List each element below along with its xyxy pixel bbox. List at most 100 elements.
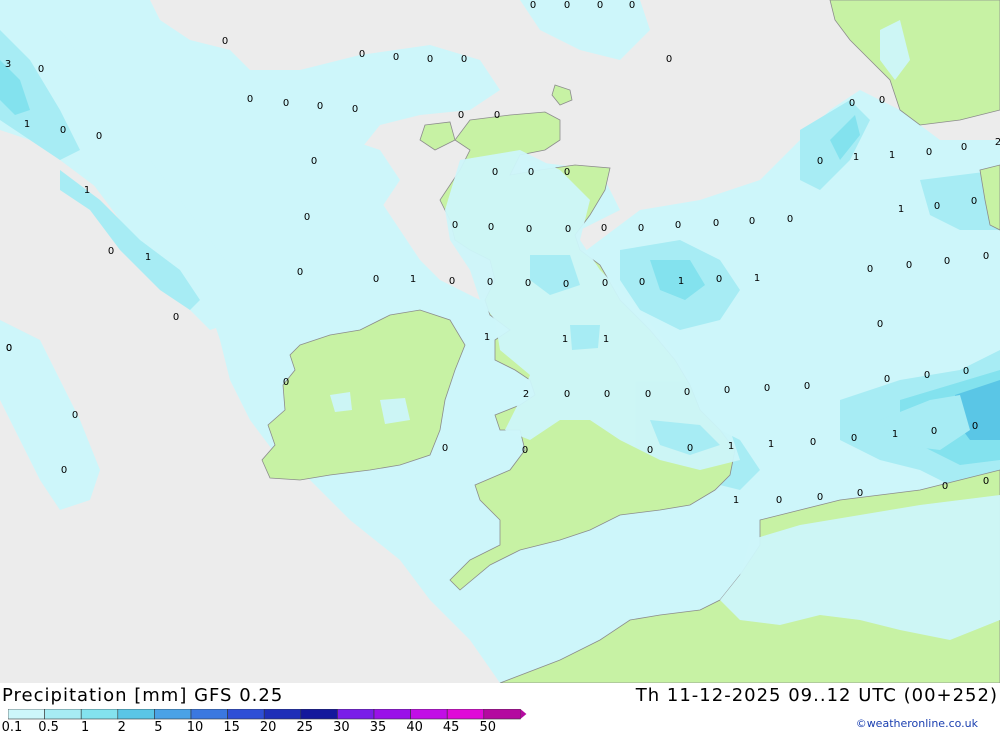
precip-value-label: 1 bbox=[898, 204, 904, 215]
precip-value-label: 0 bbox=[522, 445, 528, 456]
precip-value-label: 0 bbox=[884, 374, 890, 385]
precip-value-label: 1 bbox=[892, 429, 898, 440]
credit-link[interactable]: ©weatheronline.co.uk bbox=[856, 717, 978, 730]
precip-value-label: 0 bbox=[944, 256, 950, 267]
precip-value-label: 1 bbox=[410, 274, 416, 285]
precip-value-label: 1 bbox=[768, 439, 774, 450]
precip-value-label: 3 bbox=[5, 59, 11, 70]
precip-value-label: 0 bbox=[867, 264, 873, 275]
precip-value-label: 0 bbox=[564, 167, 570, 178]
precip-value-label: 0 bbox=[564, 0, 570, 11]
legend-swatch bbox=[410, 708, 448, 720]
precip-value-label: 0 bbox=[449, 276, 455, 287]
precip-value-label: 0 bbox=[804, 381, 810, 392]
precip-value-label: 0 bbox=[38, 64, 44, 75]
precip-value-label: 0 bbox=[724, 385, 730, 396]
color-legend: 0.1 0.5 1 2 5 10 15 20 25 30 35 40 45 50 bbox=[2, 708, 528, 735]
precip-value-label: 0 bbox=[526, 224, 532, 235]
legend-swatch bbox=[263, 708, 302, 720]
precip-value-label: 1 bbox=[754, 273, 760, 284]
precip-value-label: 0 bbox=[488, 222, 494, 233]
precip-value-label: 0 bbox=[716, 274, 722, 285]
precip-value-label: 0 bbox=[776, 495, 782, 506]
legend-swatch bbox=[117, 708, 155, 720]
precip-value-label: 0 bbox=[442, 443, 448, 454]
precip-value-label: 0 bbox=[565, 224, 571, 235]
precip-value-label: 0 bbox=[297, 267, 303, 278]
legend-swatch bbox=[190, 708, 228, 720]
precip-value-label: 1 bbox=[678, 276, 684, 287]
precip-value-label: 0 bbox=[452, 220, 458, 231]
precip-value-label: 0 bbox=[602, 278, 608, 289]
precip-value-label: 0 bbox=[528, 167, 534, 178]
precip-value-label: 0 bbox=[173, 312, 179, 323]
precip-value-label: 0 bbox=[749, 216, 755, 227]
precipitation-map: 0 0 0 0 0 0 0 0 3 0 1 0 0 1 0 1 0 0 0 0 0 0 0 0 0 0 0 0 0 0 1 0 0 0 0 0 0 0 0 0… bbox=[0, 0, 1000, 684]
legend-swatch bbox=[300, 708, 338, 720]
precip-value-label: 0 bbox=[849, 98, 855, 109]
precip-value-label: 0 bbox=[601, 223, 607, 234]
precip-value-label: 0 bbox=[373, 274, 379, 285]
precip-value-label: 0 bbox=[247, 94, 253, 105]
precip-value-label: 1 bbox=[24, 119, 30, 130]
precip-value-label: 0 bbox=[564, 389, 570, 400]
map-canvas: 0 0 0 0 0 0 0 0 3 0 1 0 0 1 0 1 0 0 0 0 0 0 0 0 0 0 0 0 0 0 1 0 0 0 0 0 0 0 0 0… bbox=[0, 0, 1000, 684]
precip-value-label: 0 bbox=[108, 246, 114, 257]
precip-value-label: 0 bbox=[222, 36, 228, 47]
precip-value-label: 0 bbox=[924, 370, 930, 381]
legend-swatch bbox=[44, 708, 82, 720]
precip-value-label: 0 bbox=[604, 389, 610, 400]
precip-value-label: 0 bbox=[963, 366, 969, 377]
precip-value-label: 0 bbox=[352, 104, 358, 115]
precip-value-label: 0 bbox=[906, 260, 912, 271]
precip-value-label: 0 bbox=[879, 95, 885, 106]
precip-value-label: 0 bbox=[458, 110, 464, 121]
footer: Precipitation [mm] GFS 0.25 Th 11-12-202… bbox=[0, 683, 1000, 735]
precip-value-label: 1 bbox=[84, 185, 90, 196]
precip-value-label: 0 bbox=[942, 481, 948, 492]
precip-value-label: 0 bbox=[638, 223, 644, 234]
precip-value-label: 0 bbox=[787, 214, 793, 225]
precip-value-label: 0 bbox=[971, 196, 977, 207]
precip-value-label: 0 bbox=[817, 156, 823, 167]
legend-swatch bbox=[446, 708, 485, 720]
precip-value-label: 0 bbox=[647, 445, 653, 456]
map-title: Precipitation [mm] GFS 0.25 bbox=[2, 685, 284, 706]
precip-value-label: 0 bbox=[494, 110, 500, 121]
precip-value-label: 0 bbox=[525, 278, 531, 289]
precip-value-label: 0 bbox=[597, 0, 603, 11]
precip-value-label: 0 bbox=[684, 387, 690, 398]
precip-value-label: 0 bbox=[972, 421, 978, 432]
precip-value-label: 0 bbox=[931, 426, 937, 437]
valid-time: Th 11-12-2025 09..12 UTC (00+252) bbox=[635, 685, 998, 706]
precip-value-label: 0 bbox=[817, 492, 823, 503]
precip-value-label: 0 bbox=[857, 488, 863, 499]
precip-value-label: 0 bbox=[877, 319, 883, 330]
legend-swatch bbox=[154, 708, 192, 720]
precip-value-label: 1 bbox=[733, 495, 739, 506]
precip-value-label: 0 bbox=[60, 125, 66, 136]
precip-value-label: 1 bbox=[484, 332, 490, 343]
precip-value-label: 1 bbox=[728, 441, 734, 452]
precip-value-label: 0 bbox=[492, 167, 498, 178]
precip-value-label: 0 bbox=[283, 98, 289, 109]
legend-arrow bbox=[520, 709, 527, 719]
precip-value-label: 0 bbox=[713, 218, 719, 229]
precip-value-label: 0 bbox=[645, 389, 651, 400]
precip-value-label: 0 bbox=[530, 0, 536, 11]
precip-value-label: 0 bbox=[934, 201, 940, 212]
legend-swatch bbox=[483, 708, 521, 720]
precip-value-label: 0 bbox=[563, 279, 569, 290]
precip-value-label: 0 bbox=[96, 131, 102, 142]
precip-value-label: 0 bbox=[311, 156, 317, 167]
precip-value-label: 1 bbox=[889, 150, 895, 161]
precip-value-label: 0 bbox=[983, 476, 989, 487]
precip-value-label: 0 bbox=[487, 277, 493, 288]
precip-value-label: 0 bbox=[983, 251, 989, 262]
legend-swatch bbox=[373, 708, 411, 720]
precip-value-label: 0 bbox=[764, 383, 770, 394]
legend-swatch bbox=[337, 708, 375, 720]
precip-value-label: 0 bbox=[6, 343, 12, 354]
precip-value-label: 0 bbox=[810, 437, 816, 448]
precip-value-label: 2 bbox=[995, 137, 1000, 148]
